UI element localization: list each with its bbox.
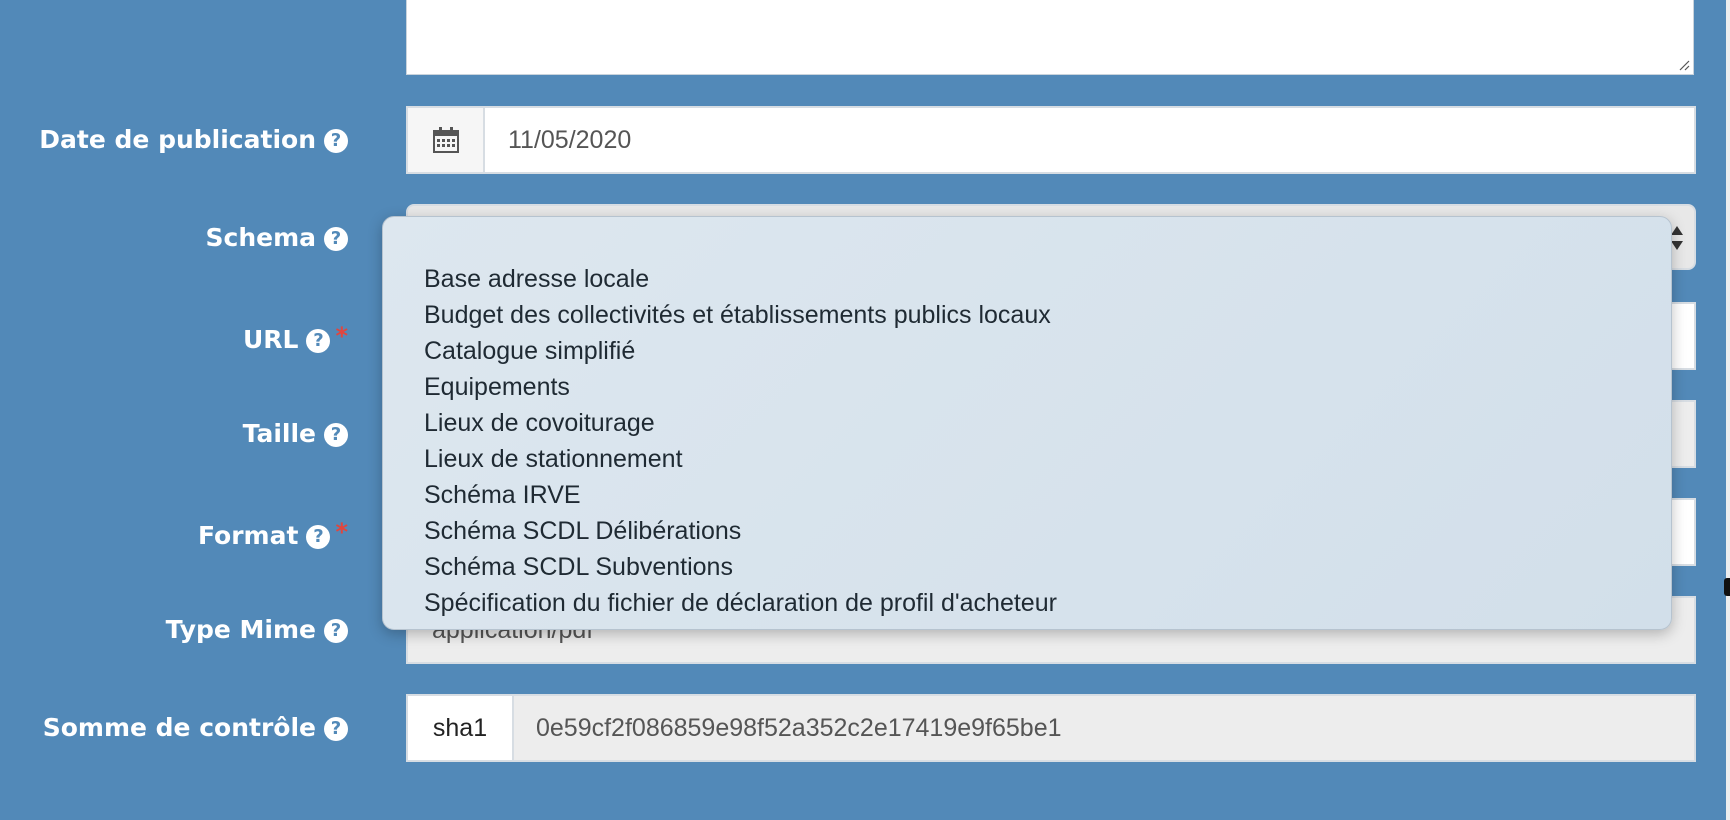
schema-dropdown-menu[interactable]: Base adresse locale Budget des collectiv… xyxy=(382,216,1672,630)
schema-option[interactable]: Budget des collectivités et établissemen… xyxy=(383,297,1671,333)
url-label: URL? * xyxy=(0,319,348,357)
help-icon[interactable]: ? xyxy=(324,717,348,741)
schema-option[interactable]: Lieux de covoiturage xyxy=(383,405,1671,441)
help-icon[interactable]: ? xyxy=(306,329,331,353)
help-icon[interactable]: ? xyxy=(324,227,348,251)
page-edge xyxy=(1726,0,1730,820)
schema-option[interactable]: Schéma SCDL Délibérations xyxy=(383,513,1671,549)
schema-label-text: Schema xyxy=(205,223,317,252)
size-label-text: Taille xyxy=(242,419,316,448)
schema-label: Schema? xyxy=(0,221,348,255)
schema-option[interactable]: Schéma SCDL Subventions xyxy=(383,549,1671,585)
help-icon[interactable]: ? xyxy=(306,525,331,549)
publication-date-input[interactable]: 11/05/2020 xyxy=(508,108,631,172)
format-label: Format? * xyxy=(0,515,348,553)
checksum-input[interactable]: 0e59cf2f086859e98f52a352c2e17419e9f65be1 xyxy=(536,696,1062,760)
help-icon[interactable]: ? xyxy=(324,423,348,447)
checksum-field[interactable]: sha1 0e59cf2f086859e98f52a352c2e17419e9f… xyxy=(406,694,1696,762)
description-textarea[interactable] xyxy=(406,0,1694,75)
format-label-text: Format xyxy=(197,521,299,550)
url-label-text: URL xyxy=(242,325,299,354)
publication-date-label-text: Date de publication xyxy=(39,125,316,154)
required-marker: * xyxy=(335,518,348,546)
size-label: Taille? xyxy=(0,417,348,451)
calendar-icon xyxy=(432,127,459,153)
schema-option[interactable]: Catalogue simplifié xyxy=(383,333,1671,369)
offscreen-element-edge xyxy=(1724,578,1730,596)
schema-option[interactable]: Schéma IRVE xyxy=(383,477,1671,513)
checksum-type: sha1 xyxy=(432,713,488,742)
help-icon[interactable]: ? xyxy=(324,129,348,153)
schema-option[interactable]: Equipements xyxy=(383,369,1671,405)
schema-option[interactable]: Spécification du fichier de déclaration … xyxy=(383,585,1671,621)
publication-date-field[interactable]: 11/05/2020 xyxy=(406,106,1696,174)
mime-label: Type Mime? xyxy=(0,613,348,647)
checksum-label: Somme de contrôle? xyxy=(0,711,348,745)
select-arrows-icon xyxy=(1671,226,1683,250)
checksum-type-addon[interactable]: sha1 xyxy=(408,696,514,760)
publication-date-label: Date de publication? xyxy=(0,123,348,157)
resource-form: Date de publication? 11/05/2020 Schema? xyxy=(0,0,1730,820)
resize-grip-icon[interactable] xyxy=(1678,59,1690,71)
required-marker: * xyxy=(335,322,348,350)
mime-label-text: Type Mime xyxy=(165,615,316,644)
schema-option[interactable]: Lieux de stationnement xyxy=(383,441,1671,477)
calendar-addon[interactable] xyxy=(408,108,485,172)
help-icon[interactable]: ? xyxy=(324,619,348,643)
schema-option[interactable]: Base adresse locale xyxy=(383,261,1671,297)
checksum-label-text: Somme de contrôle xyxy=(42,713,316,742)
